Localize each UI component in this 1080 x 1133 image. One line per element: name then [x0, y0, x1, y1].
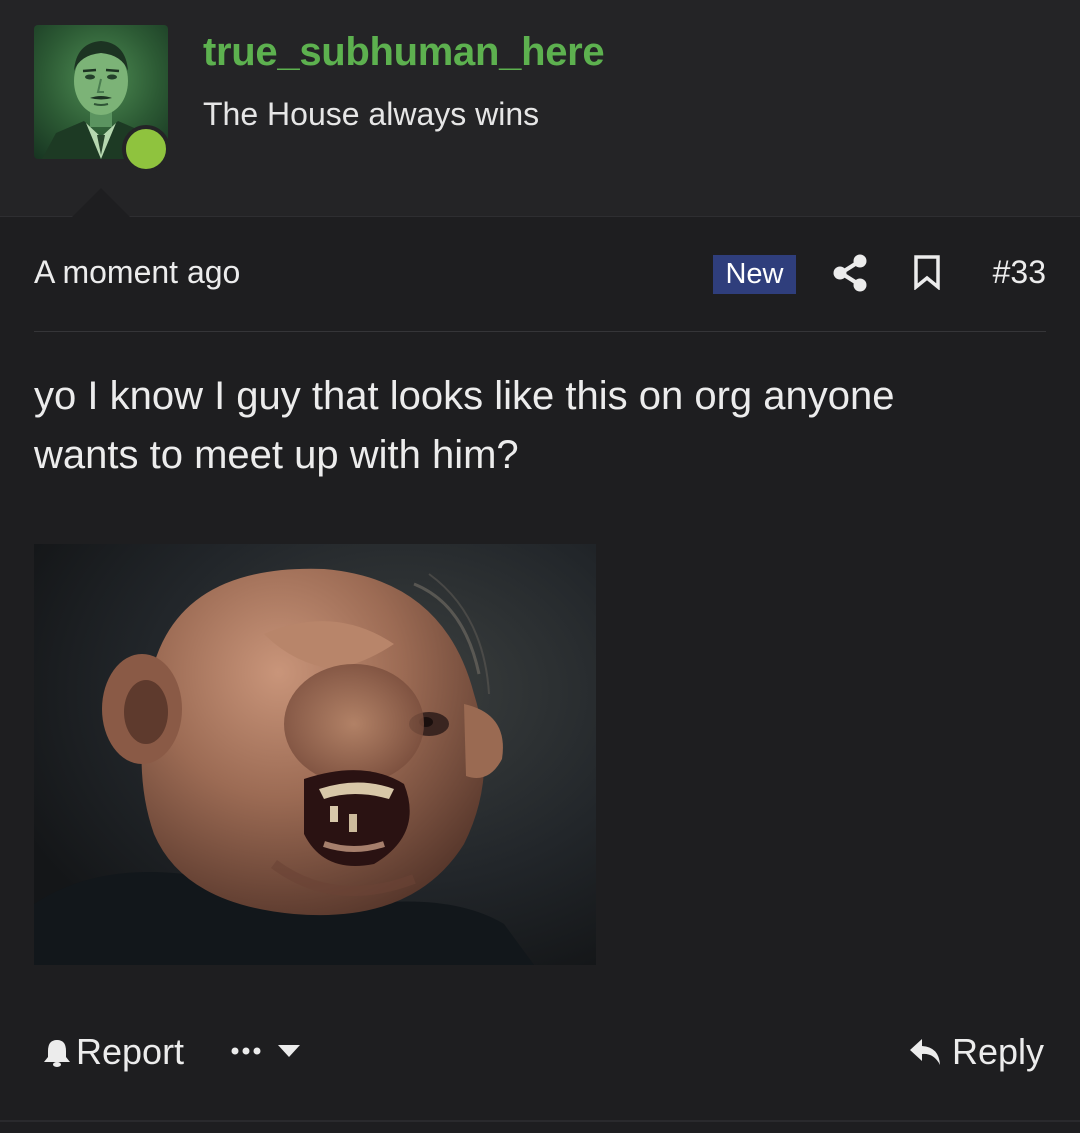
bookmark-icon[interactable]	[912, 254, 942, 291]
bell-icon	[44, 1040, 70, 1067]
report-button[interactable]: Report	[42, 1030, 184, 1074]
attached-image[interactable]	[34, 544, 596, 965]
online-status-indicator	[122, 125, 170, 173]
ellipsis-icon	[231, 1047, 261, 1055]
post-message: yo I know I guy that looks like this on …	[34, 367, 1034, 485]
post-message-line: wants to meet up with him?	[34, 433, 519, 477]
post-bottom-border	[0, 1120, 1080, 1122]
post-number-link[interactable]: #33	[988, 254, 1046, 291]
avatar-container[interactable]	[34, 25, 170, 173]
forum-post: true_subhuman_here The House always wins…	[0, 0, 1080, 1133]
header-pointer	[72, 188, 130, 217]
share-icon[interactable]	[832, 254, 868, 292]
username-link[interactable]: true_subhuman_here	[203, 30, 605, 75]
meta-divider	[34, 331, 1046, 332]
post-author-header: true_subhuman_here The House always wins	[0, 0, 1080, 217]
reply-button[interactable]: Reply	[908, 1030, 1044, 1074]
more-options-button[interactable]	[230, 1036, 302, 1066]
reply-arrow-icon	[909, 1039, 940, 1065]
reply-label: Reply	[951, 1031, 1044, 1072]
post-timestamp[interactable]: A moment ago	[34, 254, 240, 291]
attached-photo	[34, 544, 596, 965]
caret-down-icon	[278, 1045, 300, 1057]
user-title: The House always wins	[203, 96, 540, 132]
post-message-line: yo I know I guy that looks like this on …	[34, 374, 895, 418]
report-label: Report	[76, 1031, 185, 1072]
new-badge: New	[713, 255, 796, 294]
